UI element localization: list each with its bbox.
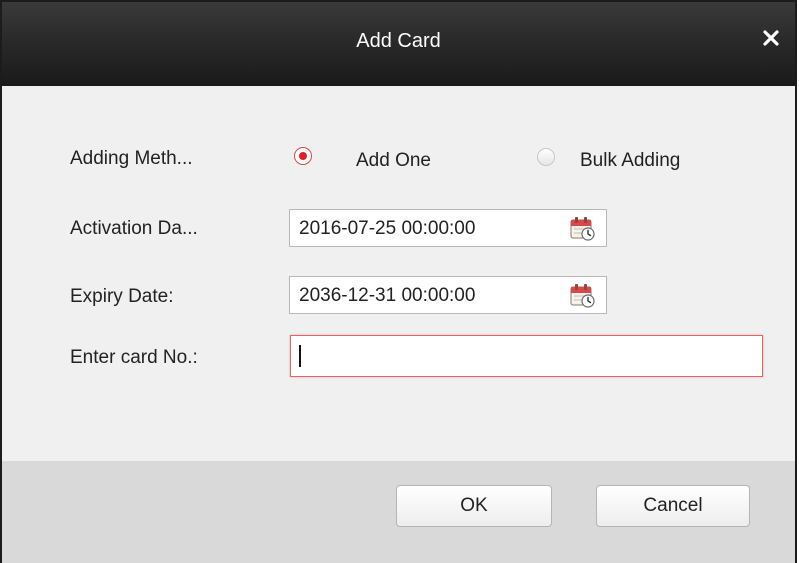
cancel-button[interactable]: Cancel	[596, 485, 750, 527]
activation-date-label: Activation Da...	[70, 218, 198, 239]
expiry-date-field[interactable]: 2036-12-31 00:00:00	[289, 276, 607, 314]
expiry-date-label: Expiry Date:	[70, 286, 174, 307]
add-one-label[interactable]: Add One	[356, 150, 431, 172]
ok-button[interactable]: OK	[396, 485, 552, 527]
activation-date-field[interactable]: 2016-07-25 00:00:00	[289, 209, 607, 247]
dialog-body	[2, 86, 795, 461]
title-bar: Add Card	[2, 2, 795, 86]
add-card-dialog: Add Card Adding Meth... Add One Bulk Add…	[0, 0, 797, 563]
card-no-label: Enter card No.:	[70, 347, 198, 368]
bulk-adding-label[interactable]: Bulk Adding	[580, 150, 680, 172]
calendar-icon[interactable]	[569, 282, 595, 308]
dialog-title: Add Card	[356, 30, 441, 52]
add-one-radio[interactable]	[294, 147, 312, 165]
calendar-icon[interactable]	[569, 215, 595, 241]
close-icon[interactable]	[759, 26, 783, 50]
bulk-adding-radio[interactable]	[537, 148, 555, 166]
card-no-input[interactable]	[290, 335, 763, 377]
expiry-date-value: 2036-12-31 00:00:00	[299, 285, 476, 306]
activation-date-value: 2016-07-25 00:00:00	[299, 218, 476, 239]
adding-method-label: Adding Meth...	[70, 148, 193, 169]
text-caret	[299, 345, 301, 367]
